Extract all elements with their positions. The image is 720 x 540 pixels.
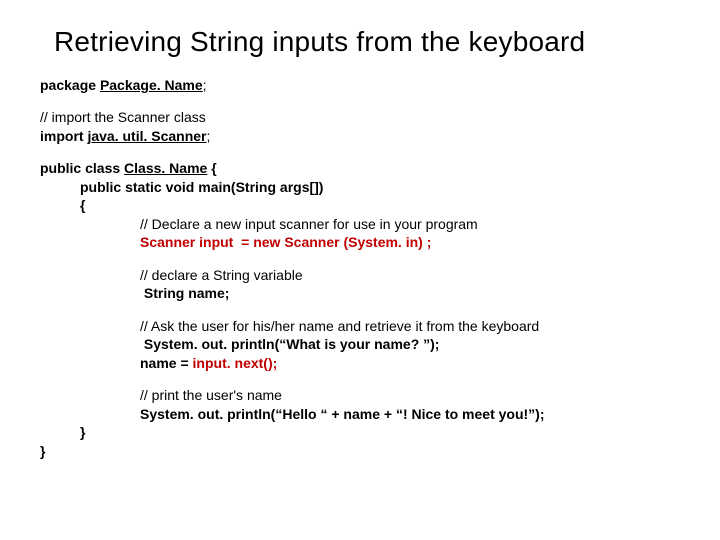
text: { xyxy=(207,160,216,176)
code-block: package Package. Name; // import the Sca… xyxy=(40,76,680,460)
code-line: System. out. println(“Hello “ + name + “… xyxy=(40,405,680,423)
code-line: } xyxy=(40,423,680,441)
code-line: import java. util. Scanner; xyxy=(40,127,680,145)
code-line: public class Class. Name { xyxy=(40,159,680,177)
input-call: input. next(); xyxy=(193,355,278,371)
type-scanner: Scanner xyxy=(140,234,199,250)
code-line: String name; xyxy=(40,284,680,302)
kw-import: import xyxy=(40,128,87,144)
kw-package: package xyxy=(40,77,100,93)
slide-title: Retrieving String inputs from the keyboa… xyxy=(54,26,680,58)
code-line-comment: // print the user's name xyxy=(40,386,680,404)
class-name: Class. Name xyxy=(124,160,207,176)
kw-public-class: public class xyxy=(40,160,124,176)
code-line-comment: // declare a String variable xyxy=(40,266,680,284)
code-line-comment: // Declare a new input scanner for use i… xyxy=(40,215,680,233)
package-name: Package. Name xyxy=(100,77,203,93)
code-line-comment: // Ask the user for his/her name and ret… xyxy=(40,317,680,335)
text: = new Scanner (System. in) ; xyxy=(233,234,435,250)
code-line: { xyxy=(40,196,680,214)
text: ; xyxy=(207,128,211,144)
import-path: java. util. Scanner xyxy=(87,128,206,144)
code-line: Scanner input = new Scanner (System. in)… xyxy=(40,233,680,251)
code-line-comment: // import the Scanner class xyxy=(40,108,680,126)
code-line: package Package. Name; xyxy=(40,76,680,94)
code-line: name = input. next(); xyxy=(40,354,680,372)
var-input: input xyxy=(199,234,233,250)
code-line: public static void main(String args[]) xyxy=(40,178,680,196)
code-line: System. out. println(“What is your name?… xyxy=(40,335,680,353)
text: ; xyxy=(203,77,207,93)
code-line: } xyxy=(40,442,680,460)
slide: Retrieving String inputs from the keyboa… xyxy=(0,0,720,540)
text: name = xyxy=(140,355,193,371)
